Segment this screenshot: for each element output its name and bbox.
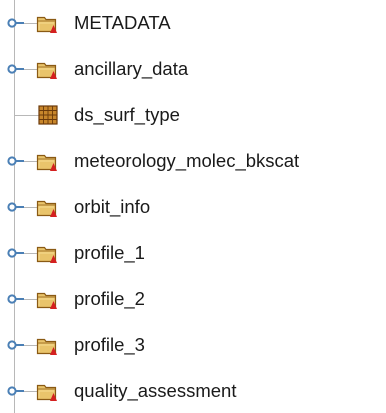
tree-node-label: ancillary_data (74, 58, 189, 79)
expand-handle-icon[interactable] (4, 245, 24, 261)
expand-handle-icon[interactable] (4, 153, 24, 169)
dataset-grid-icon (36, 104, 60, 126)
expand-handle-icon[interactable] (4, 337, 24, 353)
expand-handle-icon[interactable] (4, 15, 24, 31)
tree-node-label: profile_2 (74, 288, 145, 309)
tree-node-quality-assessment[interactable]: quality_assessment (0, 375, 386, 407)
tree-node-label: orbit_info (74, 196, 151, 217)
group-folder-icon (36, 334, 60, 356)
tree-node-orbit-info[interactable]: orbit_info (0, 191, 386, 223)
tree-node-label: meteorology_molec_bkscat (74, 150, 300, 171)
tree-node-label: profile_1 (74, 242, 145, 263)
group-folder-icon (36, 380, 60, 402)
tree-node-metadata[interactable]: METADATA (0, 7, 386, 39)
expand-handle-icon[interactable] (4, 61, 24, 77)
tree-node-label: profile_3 (74, 334, 145, 355)
tree-node-profile-2[interactable]: profile_2 (0, 283, 386, 315)
expand-handle-icon[interactable] (4, 291, 24, 307)
group-folder-icon (36, 12, 60, 34)
tree-node-label: ds_surf_type (74, 104, 180, 125)
group-folder-icon (36, 196, 60, 218)
group-folder-icon (36, 242, 60, 264)
tree-node-ds-surf-type[interactable]: ds_surf_type (0, 99, 386, 131)
group-folder-icon (36, 58, 60, 80)
tree-node-profile-1[interactable]: profile_1 (0, 237, 386, 269)
group-folder-icon (36, 288, 60, 310)
group-folder-icon (36, 150, 60, 172)
tree-node-label: quality_assessment (74, 380, 237, 401)
expand-handle-icon[interactable] (4, 383, 24, 399)
tree-node-label: METADATA (74, 12, 171, 33)
tree-node-profile-3[interactable]: profile_3 (0, 329, 386, 361)
hdf-file-tree: METADATA ancillary_data ds_surf_typemeteor… (0, 0, 386, 413)
tree-node-ancillary-data[interactable]: ancillary_data (0, 53, 386, 85)
tree-node-meteorology-molec-bkscat[interactable]: meteorology_molec_bkscat (0, 145, 386, 177)
expand-handle-icon[interactable] (4, 199, 24, 215)
